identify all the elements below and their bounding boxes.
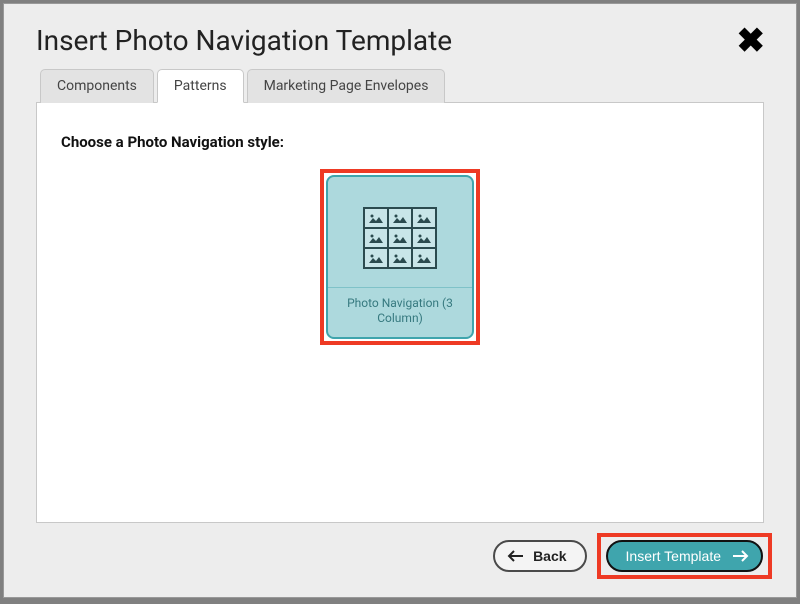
tab-patterns[interactable]: Patterns [157, 69, 244, 103]
highlight-box: Photo Navigation (3 Column) [320, 169, 480, 345]
close-icon[interactable]: ✖ [733, 24, 770, 58]
insert-template-button[interactable]: Insert Template [606, 540, 763, 572]
grid-3x3-icon [364, 208, 436, 268]
tab-components[interactable]: Components [40, 69, 154, 103]
tab-marketing[interactable]: Marketing Page Envelopes [247, 69, 446, 103]
back-button[interactable]: Back [493, 540, 586, 572]
template-card-photo-nav-3col[interactable]: Photo Navigation (3 Column) [326, 175, 474, 339]
content-panel: Choose a Photo Navigation style: [36, 102, 764, 523]
dialog: Insert Photo Navigation Template ✖ Compo… [3, 3, 797, 598]
highlight-box-insert: Insert Template [597, 533, 772, 579]
template-area: Photo Navigation (3 Column) [61, 169, 739, 345]
arrow-left-icon [507, 550, 525, 562]
dialog-title: Insert Photo Navigation Template [36, 24, 452, 57]
instruction-text: Choose a Photo Navigation style: [61, 133, 739, 151]
dialog-footer: Back Insert Template [4, 533, 796, 597]
dialog-header: Insert Photo Navigation Template ✖ [4, 4, 796, 68]
arrow-right-icon [731, 550, 749, 562]
template-card-preview [328, 177, 472, 287]
template-card-label: Photo Navigation (3 Column) [328, 287, 472, 337]
back-button-label: Back [533, 548, 566, 564]
insert-template-label: Insert Template [626, 548, 721, 564]
tab-bar: Components Patterns Marketing Page Envel… [4, 69, 796, 103]
